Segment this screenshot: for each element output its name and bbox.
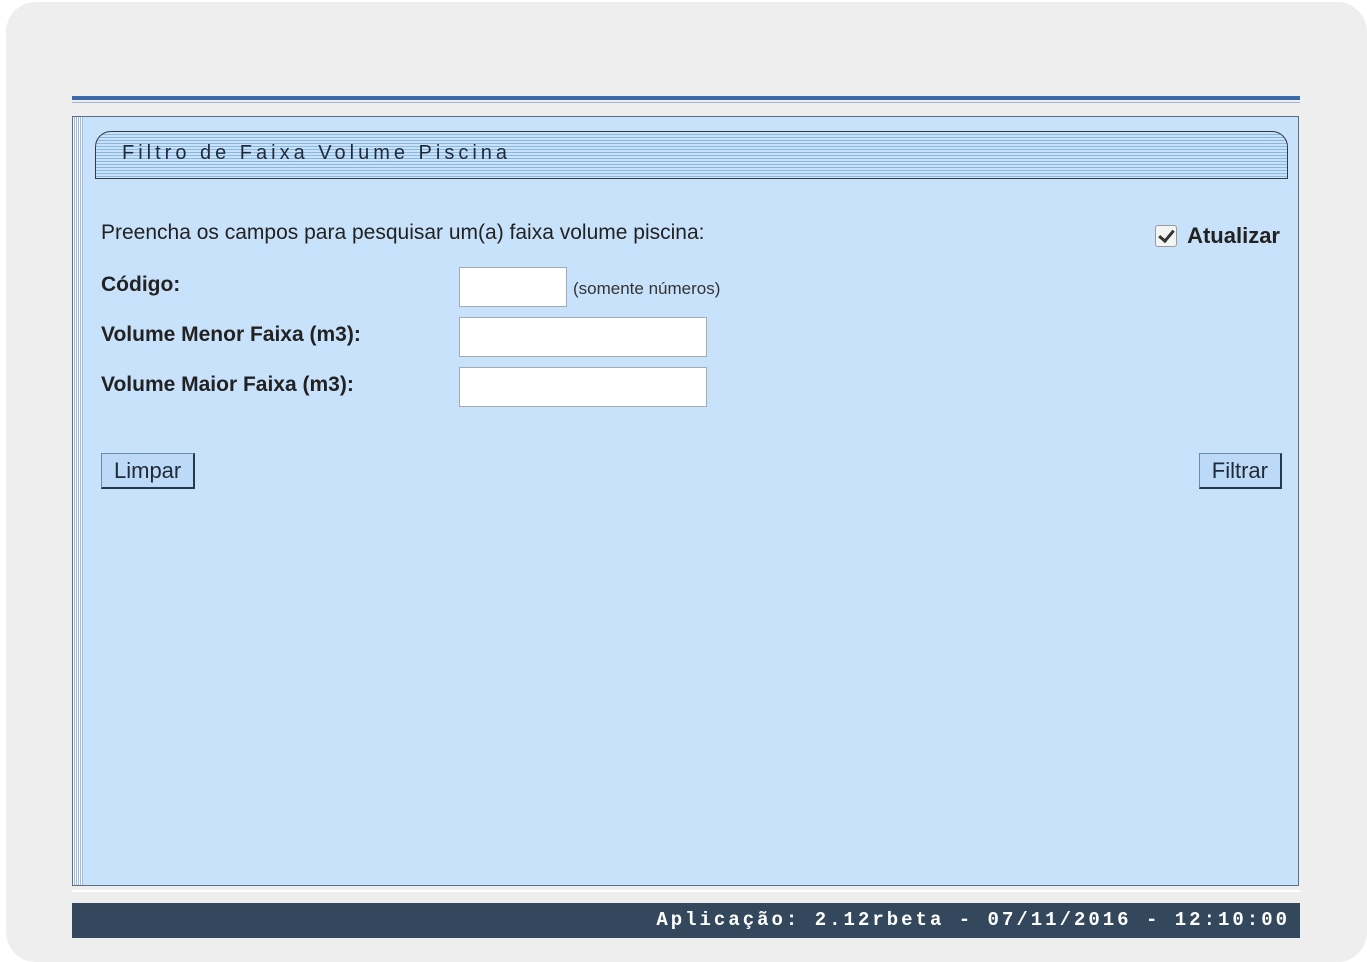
filter-panel: Filtro de Faixa Volume Piscina Preencha … bbox=[72, 116, 1299, 886]
panel-title: Filtro de Faixa Volume Piscina bbox=[122, 142, 512, 164]
footer-rule bbox=[72, 890, 1300, 892]
codigo-hint: (somente números) bbox=[573, 279, 721, 298]
volume-menor-input[interactable] bbox=[459, 317, 707, 357]
codigo-input[interactable] bbox=[459, 267, 567, 307]
atualizar-toggle[interactable]: Atualizar bbox=[1155, 223, 1280, 249]
panel-left-stripe bbox=[73, 117, 83, 885]
volume-maior-label: Volume Maior Faixa (m3): bbox=[101, 373, 354, 396]
panel-title-tab: Filtro de Faixa Volume Piscina bbox=[95, 131, 1288, 179]
top-rule bbox=[72, 96, 1300, 100]
intro-text: Preencha os campos para pesquisar um(a) … bbox=[101, 221, 705, 244]
atualizar-label: Atualizar bbox=[1187, 223, 1280, 248]
volume-maior-input[interactable] bbox=[459, 367, 707, 407]
codigo-label: Código: bbox=[101, 273, 181, 296]
footer-version-text: Aplicação: 2.12rbeta - 07/11/2016 - 12:1… bbox=[656, 909, 1290, 931]
filtrar-button[interactable]: Filtrar bbox=[1198, 453, 1282, 489]
top-rule-thin bbox=[72, 102, 1300, 103]
atualizar-checkbox[interactable] bbox=[1155, 225, 1178, 247]
volume-menor-label: Volume Menor Faixa (m3): bbox=[101, 323, 361, 346]
limpar-button[interactable]: Limpar bbox=[101, 453, 196, 489]
footer-bar: Aplicação: 2.12rbeta - 07/11/2016 - 12:1… bbox=[72, 903, 1300, 938]
